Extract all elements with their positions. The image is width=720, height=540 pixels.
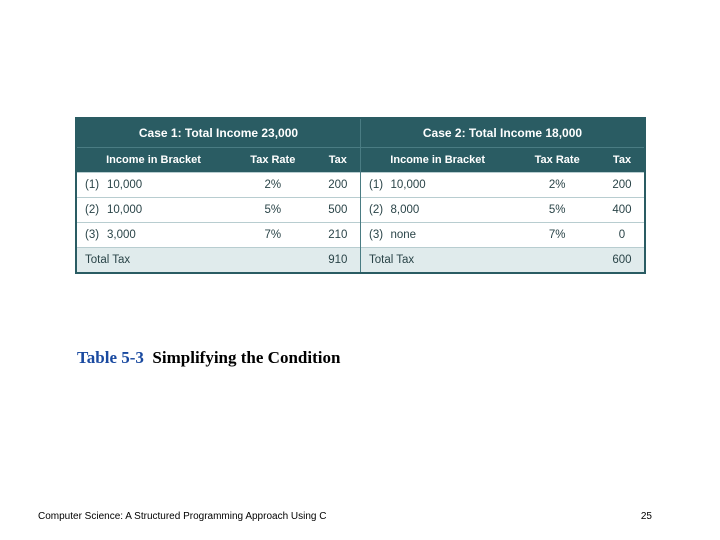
total-tax-1: 910 <box>316 248 361 273</box>
row-label: (2) <box>77 198 103 223</box>
col-rate-2: Tax Rate <box>514 148 600 173</box>
row-tax: 200 <box>600 173 644 198</box>
col-income-1: Income in Bracket <box>77 148 230 173</box>
table-caption: Table 5-3 Simplifying the Condition <box>77 348 340 368</box>
row-label: (3) <box>360 223 386 248</box>
col-income-2: Income in Bracket <box>360 148 514 173</box>
row-rate: 5% <box>230 198 316 223</box>
row-income: none <box>386 223 514 248</box>
col-tax-2: Tax <box>600 148 644 173</box>
row-tax: 210 <box>316 223 361 248</box>
row-label: (1) <box>77 173 103 198</box>
total-tax-2: 600 <box>600 248 644 273</box>
caption-title: Simplifying the Condition <box>152 348 340 367</box>
footer-page-number: 25 <box>641 511 652 522</box>
row-income: 10,000 <box>386 173 514 198</box>
row-rate: 2% <box>230 173 316 198</box>
row-rate: 2% <box>514 173 600 198</box>
case2-header: Case 2: Total Income 18,000 <box>360 119 644 148</box>
row-rate: 7% <box>230 223 316 248</box>
row-label: (2) <box>360 198 386 223</box>
row-label: (1) <box>360 173 386 198</box>
table-row: (1) 10,000 2% 200 (1) 10,000 2% 200 <box>77 173 644 198</box>
row-income: 8,000 <box>386 198 514 223</box>
row-income: 10,000 <box>103 198 230 223</box>
row-income: 10,000 <box>103 173 230 198</box>
col-rate-1: Tax Rate <box>230 148 316 173</box>
row-rate: 7% <box>514 223 600 248</box>
row-income: 3,000 <box>103 223 230 248</box>
table-top-header: Case 1: Total Income 23,000 Case 2: Tota… <box>77 119 644 148</box>
row-label: (3) <box>77 223 103 248</box>
table-row: (2) 10,000 5% 500 (2) 8,000 5% 400 <box>77 198 644 223</box>
row-tax: 0 <box>600 223 644 248</box>
total-label-1: Total Tax <box>77 248 230 273</box>
row-rate: 5% <box>514 198 600 223</box>
caption-label: Table 5-3 <box>77 348 144 367</box>
col-tax-1: Tax <box>316 148 361 173</box>
row-tax: 500 <box>316 198 361 223</box>
table-total-row: Total Tax 910 Total Tax 600 <box>77 248 644 273</box>
total-label-2: Total Tax <box>360 248 514 273</box>
footer-book-title: Computer Science: A Structured Programmi… <box>38 511 326 522</box>
tax-table: Case 1: Total Income 23,000 Case 2: Tota… <box>75 117 646 274</box>
row-tax: 400 <box>600 198 644 223</box>
table-row: (3) 3,000 7% 210 (3) none 7% 0 <box>77 223 644 248</box>
case1-header: Case 1: Total Income 23,000 <box>77 119 360 148</box>
table-sub-header: Income in Bracket Tax Rate Tax Income in… <box>77 148 644 173</box>
row-tax: 200 <box>316 173 361 198</box>
